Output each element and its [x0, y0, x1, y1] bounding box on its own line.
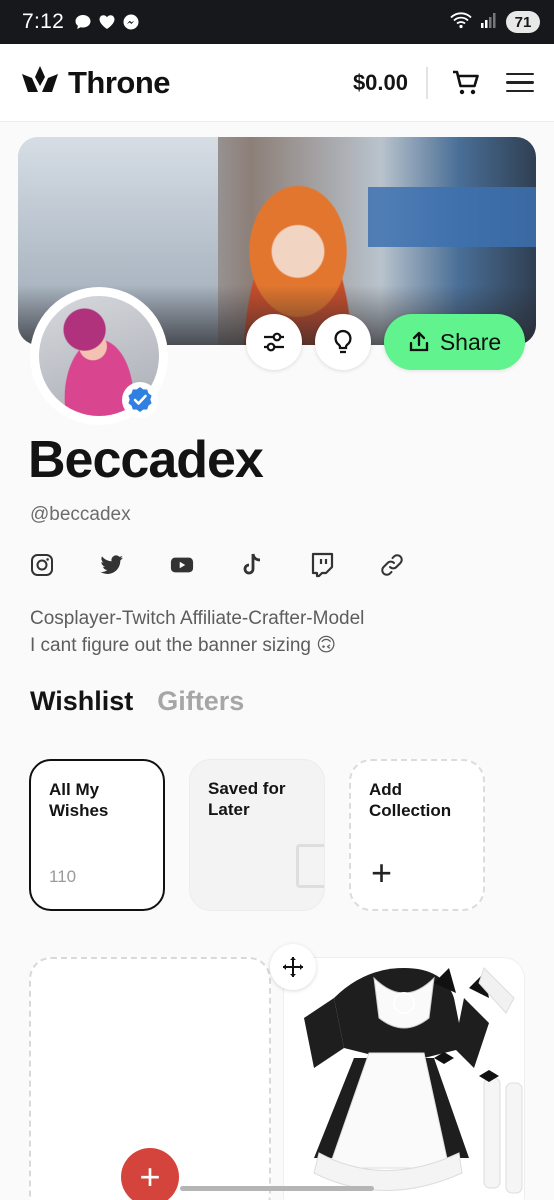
ideas-button[interactable]: [315, 314, 371, 370]
collection-title-line: Add: [369, 780, 403, 799]
chat-notification-icon: [74, 13, 92, 31]
messenger-notification-icon: [122, 13, 140, 31]
collection-title: Add Collection: [369, 779, 465, 821]
banner-background-sign: [368, 187, 536, 247]
wallet-balance[interactable]: $0.00: [353, 66, 428, 99]
cart-button[interactable]: [450, 67, 482, 99]
tab-wishlist[interactable]: Wishlist: [30, 686, 133, 717]
battery-indicator: 71: [506, 11, 540, 33]
youtube-icon[interactable]: [170, 550, 194, 580]
tab-gifters[interactable]: Gifters: [157, 686, 244, 717]
profile-handle: @beccadex: [30, 504, 131, 525]
brand[interactable]: Throne: [20, 64, 171, 101]
notification-icons: [74, 13, 140, 31]
wishlist-item-card[interactable]: [283, 957, 525, 1200]
sliders-icon: [264, 332, 284, 352]
reorder-handle[interactable]: [270, 944, 316, 990]
home-indicator: [180, 1186, 374, 1191]
wifi-icon: [450, 11, 472, 34]
verified-badge: [122, 382, 158, 418]
menu-icon-line: [506, 81, 534, 84]
lightbulb-icon: [334, 329, 352, 354]
share-button-label: Share: [439, 328, 502, 355]
move-arrows-icon: [283, 957, 303, 977]
heart-notification-icon: [98, 13, 116, 31]
plus-icon: +: [371, 852, 393, 893]
brand-name: Throne: [68, 64, 171, 100]
status-bar: 7:12 71: [0, 0, 554, 44]
collection-count: 110: [49, 867, 77, 886]
filter-settings-button[interactable]: [246, 314, 302, 370]
collection-title-line: Wishes: [49, 801, 109, 820]
collection-title: All My Wishes: [49, 779, 145, 821]
collection-title-line: Saved for: [208, 779, 286, 798]
app-header: Throne $0.00: [0, 44, 554, 122]
share-button[interactable]: Share: [384, 314, 525, 370]
profile-display-name: Beccadex: [28, 431, 264, 489]
collection-saved-for-later[interactable]: Saved for Later: [189, 759, 325, 911]
bio-line: I cant figure out the banner sizing 🙃: [30, 635, 337, 656]
twitch-icon[interactable]: [310, 550, 334, 580]
collection-title-line: Collection: [369, 801, 452, 820]
bookmark-icon: [296, 844, 324, 888]
instagram-icon[interactable]: [30, 550, 54, 580]
profile-tabs: Wishlist Gifters: [30, 686, 244, 717]
verified-check-icon: [128, 387, 152, 412]
tiktok-icon[interactable]: [240, 550, 264, 580]
add-collection-button[interactable]: Add Collection +: [349, 759, 485, 911]
status-time: 7:12: [22, 10, 65, 33]
link-icon[interactable]: [380, 550, 404, 580]
menu-button[interactable]: [506, 69, 534, 97]
collection-all-my-wishes[interactable]: All My Wishes 110: [29, 759, 165, 911]
profile-bio: Cosplayer-Twitch Affiliate-Crafter-Model…: [30, 605, 364, 659]
maid-costume-product-image: [284, 958, 524, 1200]
cart-icon: [453, 70, 479, 94]
menu-icon-line: [506, 72, 534, 76]
bio-line: Cosplayer-Twitch Affiliate-Crafter-Model: [30, 608, 365, 629]
throne-logo-icon: [20, 64, 60, 101]
collection-title-line: Later: [208, 800, 250, 819]
collection-title-line: All My: [49, 780, 100, 799]
share-icon: [409, 331, 428, 352]
menu-icon-line: [506, 89, 534, 93]
collection-title: Saved for Later: [208, 778, 306, 820]
twitter-icon[interactable]: [100, 550, 124, 580]
add-wish-button[interactable]: +: [121, 1148, 179, 1200]
signal-icon: [480, 11, 498, 34]
social-links: [30, 550, 404, 580]
